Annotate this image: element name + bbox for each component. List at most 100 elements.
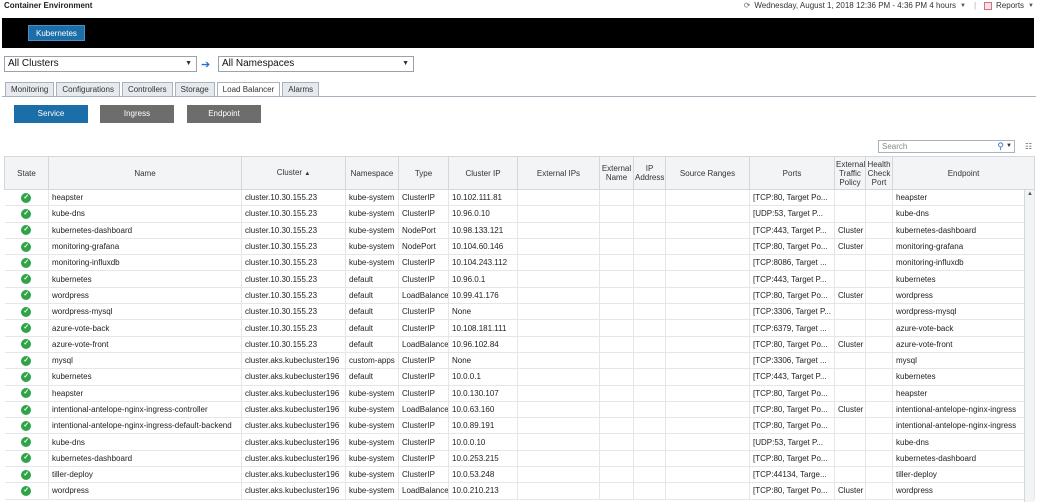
- column-header[interactable]: Ports: [749, 156, 835, 190]
- column-header[interactable]: External Traffic Policy: [834, 156, 866, 190]
- cell-external-name: [599, 303, 634, 321]
- chevron-down-icon[interactable]: ▼: [960, 3, 966, 9]
- divider: |: [973, 1, 977, 10]
- table-row[interactable]: ✓ monitoring-grafana cluster.10.30.155.23 k…: [4, 238, 1035, 256]
- cell-name: heapster: [48, 189, 242, 207]
- column-header[interactable]: External IPs: [517, 156, 600, 190]
- status-ok-icon: ✓: [21, 274, 32, 285]
- tab-storage[interactable]: Storage: [174, 82, 215, 96]
- cell-ip-address: [633, 189, 666, 207]
- cell-external-ips: [517, 368, 600, 386]
- cell-source-ranges: [665, 482, 750, 500]
- table-row[interactable]: ✓ kube-dns cluster.aks.kubecluster196 kube-…: [4, 433, 1035, 451]
- table-row[interactable]: ✓ kubernetes-dashboard cluster.aks.kubeclu…: [4, 450, 1035, 468]
- cell-health-port: [865, 205, 893, 223]
- tab-monitoring[interactable]: Monitoring: [5, 82, 55, 96]
- cell-endpoint: kube-dns: [892, 205, 1035, 223]
- table-row[interactable]: ✓ monitoring-influxdb cluster.10.30.155.23…: [4, 254, 1035, 272]
- cell-ip-address: [633, 401, 666, 419]
- time-range-selector[interactable]: Wednesday, August 1, 2018 12:36 PM - 4:3…: [754, 1, 956, 10]
- cell-external-ips: [517, 189, 600, 207]
- column-header[interactable]: Endpoint: [892, 156, 1035, 190]
- cell-source-ranges: [665, 352, 750, 370]
- ingress-button[interactable]: Ingress: [100, 105, 174, 123]
- cell-type: ClusterIP: [398, 189, 449, 207]
- cell-type: LoadBalancer: [398, 336, 449, 353]
- chevron-down-icon[interactable]: ▼: [402, 57, 409, 71]
- endpoint-button[interactable]: Endpoint: [187, 105, 261, 123]
- table-row[interactable]: ✓ kubernetes cluster.10.30.155.23 default Cl…: [4, 270, 1035, 288]
- column-header[interactable]: External Name: [599, 156, 634, 190]
- top-right-controls: ⟳ Wednesday, August 1, 2018 12:36 PM - 4…: [744, 1, 1034, 10]
- column-header[interactable]: Health Check Port: [865, 156, 893, 190]
- cell-ip-address: [633, 287, 666, 305]
- service-button[interactable]: Service: [14, 105, 88, 123]
- cell-traffic-policy: [834, 189, 866, 207]
- cell-ports: [TCP:3306, Target P...: [749, 303, 835, 321]
- status-ok-icon: ✓: [21, 192, 32, 203]
- table-row[interactable]: ✓ wordpress-mysql cluster.10.30.155.23 defa…: [4, 303, 1035, 321]
- cell-ports: [TCP:6379, Target ...: [749, 319, 835, 337]
- table-row[interactable]: ✓ wordpress cluster.10.30.155.23 default Loa…: [4, 287, 1035, 305]
- reports-menu[interactable]: Reports: [996, 1, 1024, 10]
- column-header[interactable]: IP Address: [633, 156, 666, 190]
- column-header[interactable]: Type: [398, 156, 449, 190]
- table-row[interactable]: ✓ wordpress cluster.aks.kubecluster196 kube…: [4, 482, 1035, 500]
- state-cell: ✓: [4, 238, 49, 256]
- column-header[interactable]: Cluster IP: [448, 156, 518, 190]
- table-row[interactable]: ✓ intentional-antelope-nginx-ingress-defa…: [4, 417, 1035, 435]
- table-row[interactable]: ✓ kubernetes cluster.aks.kubecluster196 def…: [4, 368, 1035, 386]
- table-row[interactable]: ✓ kube-dns cluster.10.30.155.23 kube-system…: [4, 205, 1035, 223]
- cell-traffic-policy: [834, 205, 866, 223]
- table-row[interactable]: ✓ heapster cluster.10.30.155.23 kube-system…: [4, 189, 1035, 207]
- cell-type: ClusterIP: [398, 352, 449, 370]
- cell-name: kubernetes: [48, 368, 242, 386]
- table-row[interactable]: ✓ tiller-deploy cluster.aks.kubecluster196…: [4, 466, 1035, 484]
- table-row[interactable]: ✓ azure-vote-front cluster.10.30.155.23 def…: [4, 336, 1035, 353]
- cell-source-ranges: [665, 189, 750, 207]
- cell-cluster-ip: 10.99.41.176: [448, 287, 518, 305]
- table-row[interactable]: ✓ intentional-antelope-nginx-ingress-cont…: [4, 401, 1035, 419]
- chevron-down-icon[interactable]: ▼: [1006, 141, 1012, 152]
- cell-cluster-ip: 10.102.111.81: [448, 189, 518, 207]
- vertical-scrollbar[interactable]: ▲: [1024, 190, 1034, 502]
- status-ok-icon: ✓: [21, 290, 32, 301]
- column-header[interactable]: State: [4, 156, 49, 190]
- cell-cluster-ip: 10.104.60.146: [448, 238, 518, 256]
- tab-load-balancer[interactable]: Load Balancer: [216, 82, 281, 97]
- chevron-down-icon[interactable]: ▼: [1028, 3, 1034, 9]
- scroll-up-icon[interactable]: ▲: [1027, 191, 1033, 197]
- cell-cluster-ip: 10.0.210.213: [448, 482, 518, 500]
- column-header[interactable]: Source Ranges: [665, 156, 750, 190]
- cell-ip-address: [633, 482, 666, 500]
- cell-endpoint: heapster: [892, 189, 1035, 207]
- cell-health-port: [865, 368, 893, 386]
- tab-alarms[interactable]: Alarms: [282, 82, 320, 96]
- state-cell: ✓: [4, 466, 49, 484]
- cell-cluster-ip: 10.0.130.107: [448, 385, 518, 402]
- table-row[interactable]: ✓ heapster cluster.aks.kubecluster196 kube-…: [4, 385, 1035, 402]
- namespace-select[interactable]: All Namespaces ▼: [218, 56, 414, 72]
- table-row[interactable]: ✓ mysql cluster.aks.kubecluster196 custom-a…: [4, 352, 1035, 370]
- cell-endpoint: mysql: [892, 352, 1035, 370]
- cell-external-ips: [517, 482, 600, 500]
- table-row[interactable]: ✓ kubernetes-dashboard cluster.10.30.155.2…: [4, 222, 1035, 239]
- tab-configurations[interactable]: Configurations: [56, 82, 120, 96]
- cell-name: tiller-deploy: [48, 466, 242, 484]
- search-input[interactable]: Search ⚲ ▼: [878, 140, 1015, 153]
- chevron-down-icon[interactable]: ▼: [185, 57, 192, 71]
- clock-icon: ⟳: [743, 1, 751, 10]
- column-chooser-icon[interactable]: ☷: [1025, 142, 1032, 151]
- cluster-select[interactable]: All Clusters ▼: [4, 56, 197, 72]
- kubernetes-button[interactable]: Kubernetes: [28, 25, 85, 41]
- column-header[interactable]: Namespace: [345, 156, 399, 190]
- cell-cluster-ip: 10.0.89.191: [448, 417, 518, 435]
- column-header[interactable]: Name: [48, 156, 242, 190]
- tab-controllers[interactable]: Controllers: [121, 82, 173, 96]
- table-row[interactable]: ✓ azure-vote-back cluster.10.30.155.23 defa…: [4, 319, 1035, 337]
- cell-cluster: cluster.aks.kubecluster196: [241, 401, 346, 419]
- cell-endpoint: tiller-deploy: [892, 466, 1035, 484]
- column-header-cluster[interactable]: Cluster ▲: [241, 156, 346, 190]
- cell-namespace: kube-system: [345, 189, 399, 207]
- search-icon[interactable]: ⚲: [997, 141, 1004, 152]
